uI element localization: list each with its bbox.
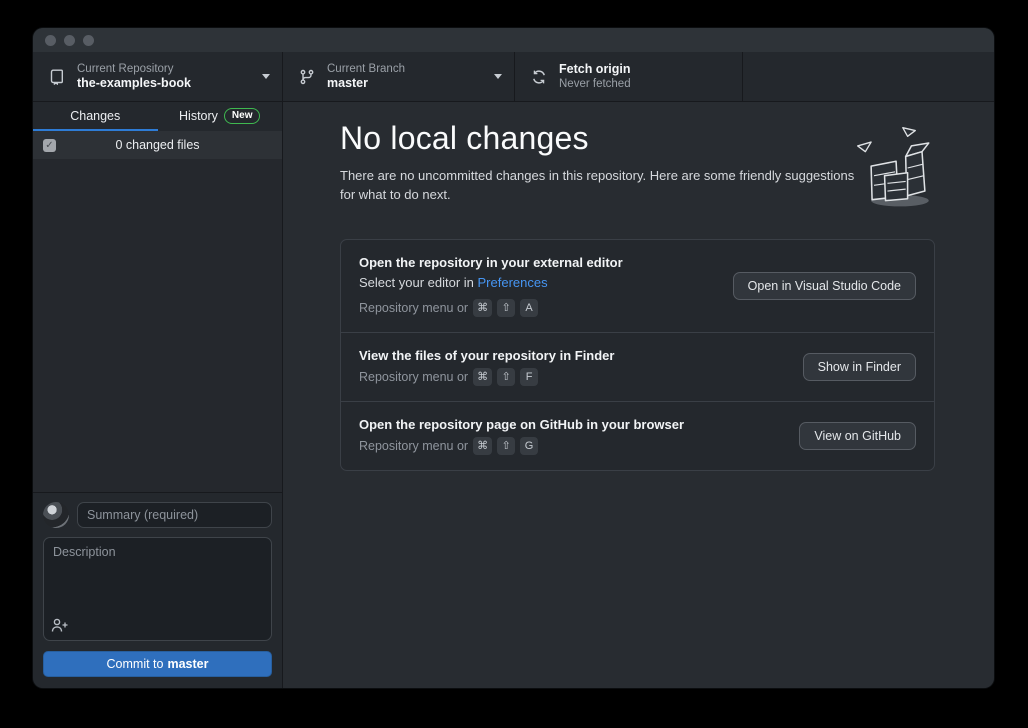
fetch-status: Never fetched (559, 77, 631, 91)
git-branch-icon (299, 69, 315, 85)
changed-files-header: ✓ 0 changed files (33, 131, 282, 159)
app-window: Current Repository the-examples-book Cur… (33, 28, 994, 688)
chevron-down-icon (262, 74, 270, 79)
repository-label: Current Repository (77, 62, 191, 76)
close-button[interactable] (45, 35, 56, 46)
suggestions-card: Open the repository in your external edi… (340, 239, 935, 471)
open-in-editor-button[interactable]: Open in Visual Studio Code (733, 272, 916, 300)
tab-changes-label: Changes (70, 109, 120, 123)
summary-input[interactable] (77, 502, 272, 528)
suggestion-shortcut: Repository menu or ⌘ ⇧ G (359, 437, 783, 455)
show-in-finder-button[interactable]: Show in Finder (803, 353, 916, 381)
key-command-icon: ⌘ (473, 437, 492, 455)
suggestion-title: View the files of your repository in Fin… (359, 348, 787, 363)
branch-label: Current Branch (327, 62, 405, 76)
sidebar: Changes History New ✓ 0 changed files (33, 102, 283, 688)
suggestion-shortcut: Repository menu or ⌘ ⇧ A (359, 299, 717, 317)
suggestion-view-github: Open the repository page on GitHub in yo… (341, 401, 934, 470)
current-repository-dropdown[interactable]: Current Repository the-examples-book (33, 52, 283, 101)
shortcut-prefix: Repository menu or (359, 301, 468, 315)
changed-files-list[interactable] (33, 159, 282, 492)
branch-name: master (327, 76, 405, 92)
app-body: Changes History New ✓ 0 changed files (33, 102, 994, 688)
key-letter: G (520, 437, 538, 455)
avatar (43, 502, 69, 528)
commit-button[interactable]: Commit to master (43, 651, 272, 677)
minimize-button[interactable] (64, 35, 75, 46)
description-input[interactable] (43, 537, 272, 641)
key-command-icon: ⌘ (473, 299, 492, 317)
changed-files-count: 0 changed files (33, 138, 282, 152)
key-shift-icon: ⇧ (497, 368, 515, 386)
suggestion-text: Open the repository page on GitHub in yo… (359, 417, 783, 455)
suggestion-line2: Select your editor in Preferences (359, 275, 717, 290)
commit-form: Commit to master (33, 492, 282, 688)
suggestion-text: Open the repository in your external edi… (359, 255, 717, 317)
line2-prefix: Select your editor in (359, 275, 478, 290)
tab-history-label: History (179, 109, 218, 123)
preferences-link[interactable]: Preferences (478, 275, 548, 290)
chevron-down-icon (494, 74, 502, 79)
commit-button-text: Commit to (107, 657, 164, 671)
suggestion-shortcut: Repository menu or ⌘ ⇧ F (359, 368, 787, 386)
key-letter: F (520, 368, 538, 386)
toolbar: Current Repository the-examples-book Cur… (33, 52, 994, 102)
titlebar (33, 28, 994, 52)
commit-button-branch: master (167, 657, 208, 671)
description-wrap (43, 537, 272, 641)
key-letter: A (520, 299, 538, 317)
suggestion-show-finder: View the files of your repository in Fin… (341, 332, 934, 401)
suggestion-title: Open the repository in your external edi… (359, 255, 717, 270)
sidebar-tabs: Changes History New (33, 102, 282, 131)
key-shift-icon: ⇧ (497, 437, 515, 455)
suggestion-text: View the files of your repository in Fin… (359, 348, 787, 386)
suggestion-open-editor: Open the repository in your external edi… (341, 240, 934, 332)
current-branch-dropdown[interactable]: Current Branch master (283, 52, 515, 101)
fetch-text: Fetch origin Never fetched (559, 62, 631, 92)
suggestion-title: Open the repository page on GitHub in yo… (359, 417, 783, 432)
zoom-button[interactable] (83, 35, 94, 46)
tab-history[interactable]: History New (158, 102, 283, 131)
page-subtitle: There are no uncommitted changes in this… (340, 167, 860, 205)
summary-row (43, 502, 272, 528)
branch-text: Current Branch master (327, 62, 405, 92)
key-command-icon: ⌘ (473, 368, 492, 386)
repository-text: Current Repository the-examples-book (77, 62, 191, 92)
toolbar-spacer (743, 52, 994, 101)
fetch-label: Fetch origin (559, 62, 631, 78)
select-all-checkbox[interactable]: ✓ (43, 139, 56, 152)
view-on-github-button[interactable]: View on GitHub (799, 422, 916, 450)
new-badge: New (224, 108, 261, 124)
tab-changes[interactable]: Changes (33, 102, 158, 131)
repo-icon (49, 69, 65, 85)
paper-stack-illustration (850, 120, 946, 216)
key-shift-icon: ⇧ (497, 299, 515, 317)
shortcut-prefix: Repository menu or (359, 370, 468, 384)
shortcut-prefix: Repository menu or (359, 439, 468, 453)
add-coauthor-icon[interactable] (51, 617, 69, 633)
repository-name: the-examples-book (77, 76, 191, 92)
main-content: No local changes There are no uncommitte… (283, 102, 994, 688)
sync-icon (531, 69, 547, 85)
fetch-origin-button[interactable]: Fetch origin Never fetched (515, 52, 743, 101)
